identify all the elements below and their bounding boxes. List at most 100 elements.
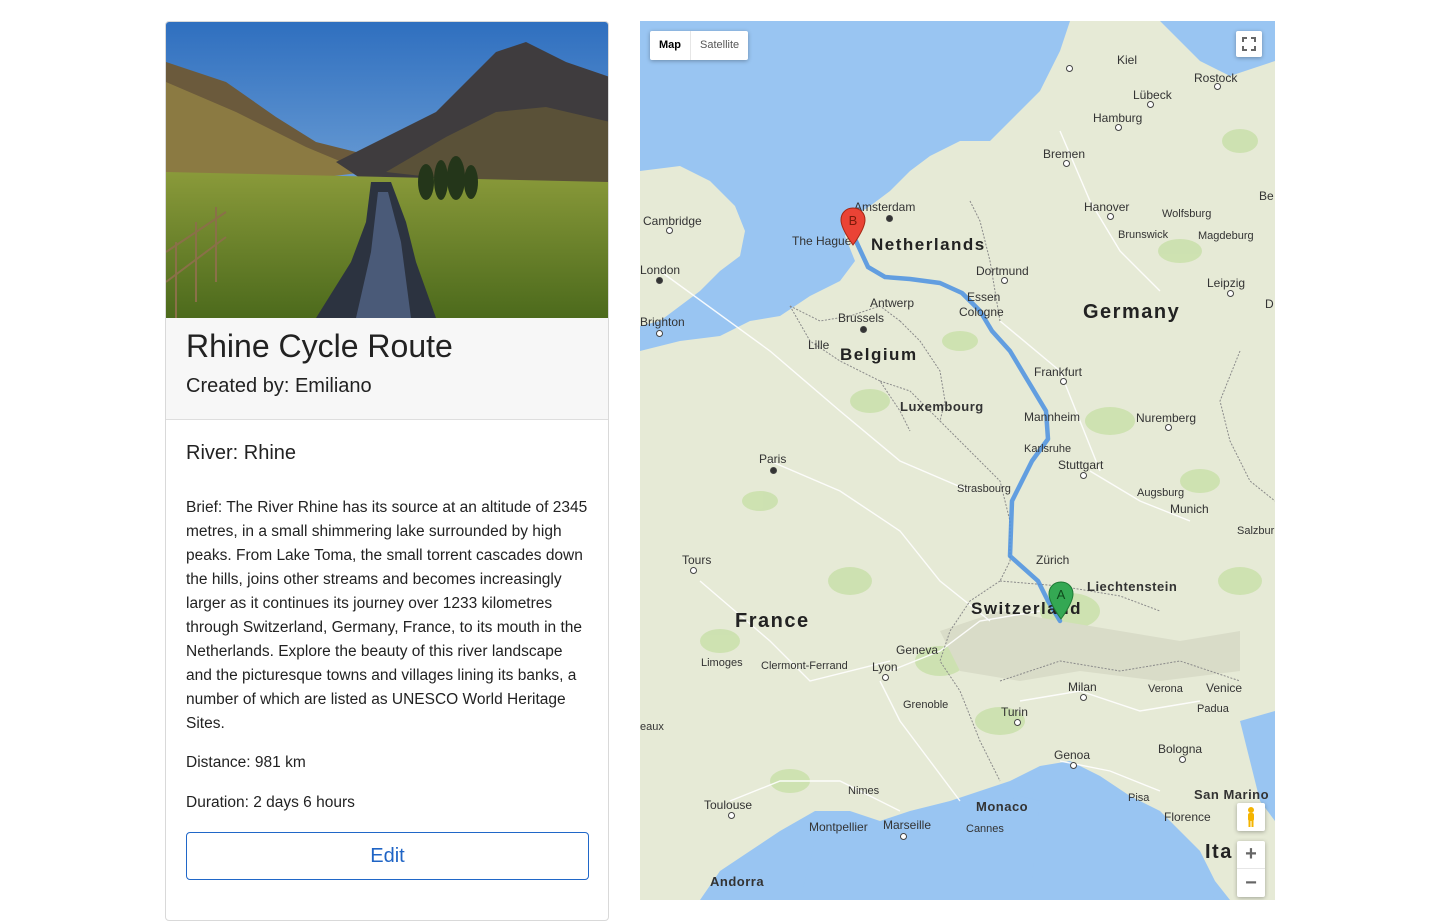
zoom-out-button[interactable]: − — [1237, 869, 1265, 897]
city-antwerp: Antwerp — [870, 296, 915, 310]
city-lubeck: Lübeck — [1133, 88, 1172, 102]
label-italy: Ita — [1205, 841, 1233, 863]
city-paris: Paris — [759, 452, 787, 466]
street-view-pegman[interactable] — [1237, 803, 1265, 831]
city-pisa: Pisa — [1128, 792, 1150, 804]
city-munich: Munich — [1170, 502, 1209, 516]
city-hamburg: Hamburg — [1093, 111, 1143, 125]
city-dot — [1165, 424, 1172, 431]
city-magdeburg: Magdeburg — [1198, 230, 1254, 242]
city-nimes: Nimes — [848, 785, 880, 797]
city-london: London — [640, 263, 681, 277]
city-bremen: Bremen — [1043, 147, 1086, 161]
fullscreen-button[interactable] — [1236, 31, 1262, 57]
city-dot — [1014, 719, 1021, 726]
map-type-map-button[interactable]: Map — [650, 31, 691, 60]
pegman-icon — [1248, 807, 1254, 827]
city-verona: Verona — [1148, 683, 1183, 695]
city-cologne: Cologne — [959, 305, 1004, 319]
label-andorra: Andorra — [710, 874, 765, 889]
city-mannheim: Mannheim — [1024, 410, 1081, 424]
city-toulouse: Toulouse — [704, 798, 753, 812]
city-florence: Florence — [1164, 810, 1211, 824]
city-karlsruhe: Karlsruhe — [1024, 443, 1072, 455]
city-grenoble: Grenoble — [903, 699, 949, 711]
card-header: Rhine Cycle Route Created by: Emiliano — [166, 318, 608, 420]
label-france: France — [735, 610, 810, 632]
city-stuttgart: Stuttgart — [1058, 458, 1104, 472]
city-dot — [1060, 378, 1067, 385]
city-dot — [1070, 762, 1077, 769]
city-milan: Milan — [1068, 680, 1097, 694]
marker-a-label: A — [1057, 587, 1066, 602]
city-bologna: Bologna — [1158, 742, 1203, 756]
city-dot-capital — [770, 467, 777, 474]
city-dot — [1080, 472, 1087, 479]
route-title: Rhine Cycle Route — [186, 328, 453, 364]
city-dot — [1001, 277, 1008, 284]
city-dot-capital — [886, 215, 893, 222]
city-venice: Venice — [1206, 681, 1243, 695]
city-salzbur: Salzbur — [1237, 525, 1275, 537]
city-dot — [666, 227, 673, 234]
route-map[interactable]: Netherlands Germany Belgium Luxembourg F… — [640, 21, 1275, 900]
label-belgium: Belgium — [840, 345, 918, 364]
city-brunswick: Brunswick — [1118, 229, 1169, 241]
route-distance: Distance: 981 km — [186, 754, 306, 771]
city-hanover: Hanover — [1084, 200, 1130, 214]
city-dot — [882, 674, 889, 681]
city-frankfurt: Frankfurt — [1034, 365, 1083, 379]
city-lille: Lille — [808, 338, 830, 352]
label-netherlands: Netherlands — [871, 235, 986, 254]
city-dot — [900, 833, 907, 840]
city-brighton: Brighton — [640, 315, 685, 329]
city-strasbourg: Strasbourg — [957, 483, 1011, 495]
map-type-control: Map Satellite — [650, 31, 749, 60]
label-san-marino: San Marino — [1194, 787, 1270, 802]
city-augsburg: Augsburg — [1137, 487, 1185, 499]
city-dot — [1147, 101, 1154, 108]
city-dortmund: Dortmund — [976, 264, 1029, 278]
city-cannes: Cannes — [966, 823, 1004, 835]
city-genoa: Genoa — [1054, 748, 1091, 762]
zoom-in-button[interactable]: + — [1237, 841, 1265, 869]
city-essen: Essen — [967, 290, 1001, 304]
city-zurich: Zürich — [1036, 553, 1070, 567]
zoom-control: + − — [1237, 841, 1265, 897]
city-montpellier: Montpellier — [809, 820, 868, 834]
city-brussels: Brussels — [838, 311, 885, 325]
city-dot-capital — [860, 326, 867, 333]
city-dot — [1066, 65, 1073, 72]
city-dot — [1179, 756, 1186, 763]
river-name: River: Rhine — [186, 442, 297, 464]
edit-button[interactable]: Edit — [186, 832, 589, 880]
city-leipzig: Leipzig — [1207, 276, 1246, 290]
marker-b-icon[interactable]: B — [840, 207, 866, 247]
route-creator: Created by: Emiliano — [186, 375, 372, 397]
city-dot-capital — [656, 277, 663, 284]
city-kiel: Kiel — [1117, 53, 1138, 67]
label-germany: Germany — [1083, 301, 1181, 323]
city-padua: Padua — [1197, 703, 1229, 715]
label-monaco: Monaco — [976, 799, 1029, 814]
city-dot — [728, 812, 735, 819]
city-eaux: eaux — [640, 721, 664, 733]
city-dot — [1063, 160, 1070, 167]
map-type-satellite-button[interactable]: Satellite — [691, 31, 748, 60]
label-luxembourg: Luxembourg — [900, 399, 984, 414]
city-marseille: Marseille — [883, 818, 932, 832]
fullscreen-icon — [1242, 37, 1256, 51]
city-turin: Turin — [1001, 705, 1028, 719]
city-clermont: Clermont-Ferrand — [761, 660, 848, 672]
city-dot — [656, 330, 663, 337]
city-dot — [1214, 83, 1221, 90]
marker-b-label: B — [849, 213, 858, 228]
city-geneva: Geneva — [896, 643, 939, 657]
city-dot — [1080, 694, 1087, 701]
marker-a-icon[interactable]: A — [1048, 581, 1074, 621]
city-dot — [690, 567, 697, 574]
label-liechtenstein: Liechtenstein — [1087, 579, 1178, 594]
route-duration: Duration: 2 days 6 hours — [186, 794, 355, 811]
city-dot — [1107, 213, 1114, 220]
city-wolfsburg: Wolfsburg — [1162, 208, 1212, 220]
